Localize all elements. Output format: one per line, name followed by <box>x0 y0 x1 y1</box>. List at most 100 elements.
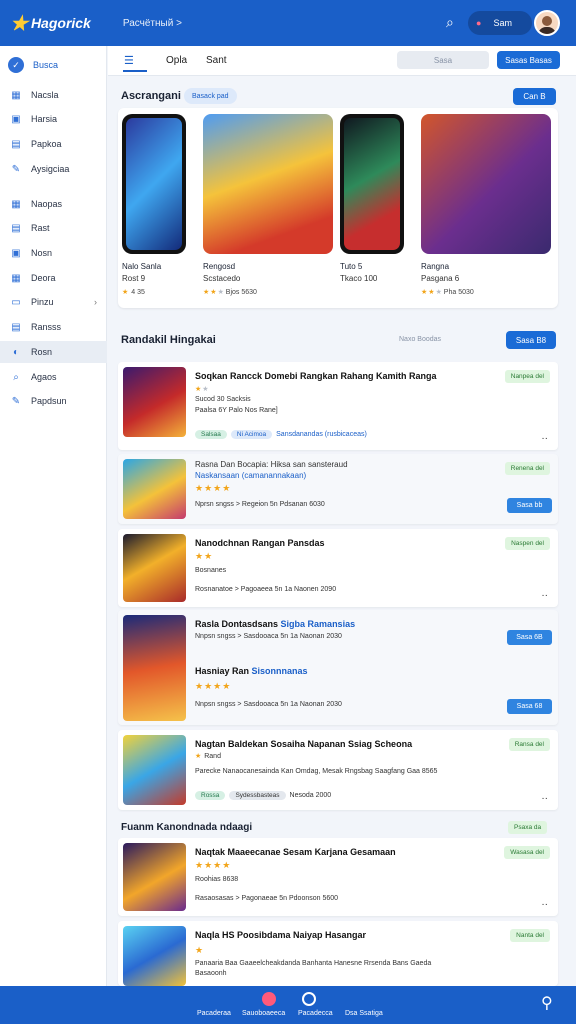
list-item[interactable]: Rasla Dontasdsans Sigba Ramansias Nnpsn … <box>118 610 558 725</box>
search-icon[interactable]: ⌕ <box>446 14 454 31</box>
sidebar-item-5[interactable]: ▦ Naopas <box>0 193 107 215</box>
tab-1[interactable]: Opla <box>166 55 187 66</box>
star-logo-icon: ★ <box>10 12 28 35</box>
item-date: Nesoda 2000 <box>289 792 332 799</box>
more-icon[interactable]: ·· <box>541 433 548 444</box>
rocket-icon[interactable]: ⚲ <box>541 993 553 1013</box>
featured-title: Ascrangani <box>121 90 181 102</box>
search-input[interactable]: Sasa <box>397 51 489 69</box>
list-item[interactable]: Nagtan Baldekan Sosaiha Napanan Ssiag Sc… <box>118 730 558 810</box>
sidebar-item-label: Naopas <box>31 199 63 209</box>
star-icon: ★ <box>195 945 205 955</box>
featured-badge[interactable]: Basack pad <box>184 88 237 104</box>
sidebar-item-label: Nacsla <box>31 90 59 100</box>
sidebar-item-10[interactable]: ▤ Ransss <box>0 316 107 338</box>
sidebar-item-11[interactable]: ◐ Rosn <box>0 341 107 363</box>
nav-item-3[interactable]: Pacadecca <box>298 1010 333 1017</box>
card-title: Rangna <box>421 262 450 271</box>
item-action-button[interactable]: Sasa 68 <box>507 699 552 714</box>
sidebar-item-6[interactable]: ▤ Rast <box>0 217 107 239</box>
status-badge: Nanpea del <box>504 370 550 383</box>
nav-item-4[interactable]: Dsa Ssatiga <box>345 1010 383 1017</box>
card-icon: ▣ <box>11 247 21 259</box>
sidebar-item-label: Rosn <box>31 347 53 357</box>
item-title: Rasna Dan Bocapia: Hiksa san sansteraud <box>195 460 348 469</box>
document-icon: ▤ <box>11 138 21 150</box>
heart-icon[interactable] <box>262 992 276 1006</box>
avatar[interactable] <box>534 10 560 36</box>
item-action-button[interactable]: Sasa 6B <box>507 630 552 645</box>
sidebar-item-label: Rast <box>31 223 50 233</box>
item-chips: Rossa Sydessbasteas Nesoda 2000 <box>195 791 331 800</box>
featured-card-1[interactable]: Nalo Sanla Rost 9 ★ 4 35 <box>122 114 186 296</box>
sidebar-item-13[interactable]: ✎ Papdsun <box>0 390 107 412</box>
featured-card-2[interactable]: Rengosd Scstacedo ★★★ Bjos 5630 <box>203 114 333 296</box>
card-subtitle: Scstacedo <box>203 274 241 283</box>
sidebar: ✓ Busca ▦ Nacsla ▣ Harsia ▤ Papkoa ✎ Aysigci… <box>0 46 107 986</box>
smile-icon[interactable] <box>302 992 316 1006</box>
more-icon[interactable]: ·· <box>541 590 548 601</box>
chip[interactable]: Ni Acimoa <box>230 430 273 439</box>
tab-2[interactable]: Sant <box>206 55 227 66</box>
card-subtitle: Tkaco 100 <box>340 274 378 283</box>
list-item[interactable]: Nanodchnan Rangan Pansdas Naspen del ★★ … <box>118 529 558 607</box>
card-title: Nalo Sanla <box>122 262 162 271</box>
ranking-hint: Naxo Boodas <box>399 336 442 343</box>
more-icon[interactable]: ·· <box>541 899 548 910</box>
item-title-2: Hasniay Ran Sisonnnanas <box>195 666 308 676</box>
chip[interactable]: Salsaa <box>195 430 227 439</box>
item-link[interactable]: Sansdanandas (rusbicaceas) <box>276 431 367 438</box>
featured-button[interactable]: Can B <box>513 88 556 105</box>
sidebar-search[interactable]: ✓ Busca <box>0 52 107 78</box>
featured-card-4[interactable]: Rangna Pasgana 6 ★★★ Pha 5030 <box>421 114 551 296</box>
item-title-link[interactable]: Sigba Ramansias <box>281 619 356 629</box>
more-icon[interactable]: ·· <box>541 793 548 804</box>
sidebar-item-7[interactable]: ▣ Nosn <box>0 242 107 264</box>
sidebar-item-4[interactable]: ✎ Aysigciaa <box>0 158 107 180</box>
game-thumbnail <box>123 926 186 986</box>
item-description: Paalsa 6Y Palo Nos Rane] <box>195 407 278 414</box>
brand-logo[interactable]: ★ Hagorick <box>10 11 91 36</box>
list-item[interactable]: Naqtak Maaeecanae Sesam Karjana Gesamaan… <box>118 838 558 916</box>
ranking-button[interactable]: Sasa B8 <box>506 331 556 349</box>
lock-icon: ▣ <box>11 113 21 125</box>
list-item[interactable]: Soqkan Rancck Domebi Rangkan Rahang Kami… <box>118 362 558 450</box>
sidebar-item-1[interactable]: ▦ Nacsla <box>0 84 107 106</box>
nav-item-1[interactable]: Pacaderaa <box>197 1010 231 1017</box>
item-title: Nagtan Baldekan Sosaiha Napanan Ssiag Sc… <box>195 739 413 749</box>
item-subtitle: Sucod 30 Sacksis <box>195 396 251 403</box>
chip[interactable]: Rossa <box>195 791 226 800</box>
sidebar-item-label: Harsia <box>31 114 58 124</box>
item-link[interactable]: Naskansaan (camanannakaan) <box>195 471 306 480</box>
item-action-button[interactable]: Sasa bb <box>507 498 552 513</box>
item-link[interactable]: Sisonnnanas <box>252 666 308 676</box>
featured-card-3[interactable]: Tuto 5 Tkaco 100 <box>340 114 404 283</box>
sidebar-item-9[interactable]: ▭ Pinzu › <box>0 291 107 313</box>
sidebar-item-12[interactable]: ⌕ Agaos <box>0 366 107 388</box>
item-title: Nanodchnan Rangan Pansdas <box>195 538 325 548</box>
item-subtitle: Bosnanes <box>195 567 227 574</box>
item-title: Naqla HS Poosibdama Naiyap Hasangar <box>195 930 367 940</box>
item-rating: ★★★★ <box>195 860 231 871</box>
nav-item-2[interactable]: Sauoboaeeca <box>242 1010 285 1017</box>
list-item[interactable]: Rasna Dan Bocapia: Hiksa san sansteraud … <box>118 454 558 524</box>
game-thumbnail <box>123 534 186 602</box>
active-tab-indicator <box>123 70 147 72</box>
item-rating: ★★ <box>195 551 213 562</box>
breadcrumb[interactable]: Расчётный > <box>123 18 182 29</box>
sidebar-item-label: Papkoa <box>31 139 62 149</box>
chip[interactable]: Sydessbasteas <box>229 791 286 800</box>
sidebar-item-8[interactable]: ▦ Deora <box>0 267 107 289</box>
game-phone-image <box>122 114 186 254</box>
list-item[interactable]: Naqla HS Poosibdama Naiyap Hasangar Nant… <box>118 921 558 986</box>
item-subtitle: Basaoonh <box>195 970 227 977</box>
item-description: Panaaria Baa Gaaeelcheakdanda Banhanta H… <box>195 960 432 967</box>
menu-icon[interactable]: ☰ <box>124 54 134 67</box>
item-title-text: Rasla Dontasdsans <box>195 619 279 629</box>
sidebar-item-label: Nosn <box>31 248 53 258</box>
primary-action-button[interactable]: Sasas Basas <box>497 51 560 69</box>
account-pill[interactable]: ● Sam <box>468 11 532 35</box>
sidebar-item-2[interactable]: ▣ Harsia <box>0 108 107 130</box>
sidebar-item-3[interactable]: ▤ Papkoa <box>0 133 107 155</box>
game-thumbnail <box>123 615 186 721</box>
